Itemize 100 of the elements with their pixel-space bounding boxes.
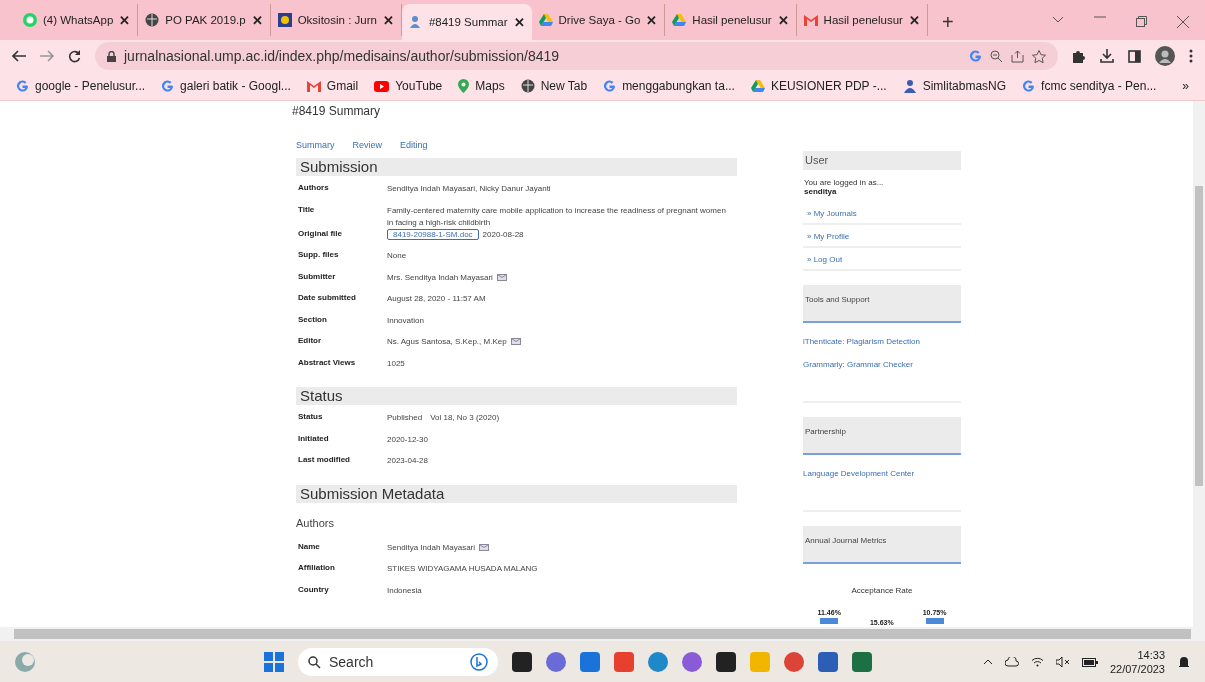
menu-icon[interactable] (1189, 49, 1193, 63)
field-label: Editor (298, 336, 323, 347)
field-value: Mrs. Senditya Indah Mayasari (387, 272, 493, 282)
speaker-muted-icon[interactable] (1055, 657, 1070, 667)
field-label: Title (298, 204, 316, 216)
share-icon[interactable] (1011, 49, 1024, 63)
block-heading: User (803, 151, 961, 170)
field-label: Name (298, 541, 321, 553)
horizontal-scrollbar[interactable] (0, 627, 1205, 641)
envelope-icon[interactable] (496, 273, 507, 281)
browser-tab[interactable]: (4) WhatsApp ✕ (16, 4, 139, 36)
search-icon (308, 655, 321, 669)
page-title: #8419 Summary (292, 104, 382, 118)
bookmark[interactable]: menggabungkan ta... (603, 79, 735, 93)
play-icon (374, 80, 390, 92)
vertical-scrollbar[interactable] (1193, 101, 1205, 627)
browser-tab[interactable]: Drive Saya - Go ✕ (531, 4, 666, 36)
subnav-link[interactable]: Editing (400, 140, 428, 150)
user-link[interactable]: » Log Out (803, 248, 961, 271)
close-icon[interactable] (1177, 16, 1189, 28)
drive-icon (672, 13, 687, 27)
bookmark[interactable]: google - Penelusur... (16, 79, 146, 93)
browser-tab[interactable]: Hasil penelusur ✕ (665, 4, 797, 36)
side-panel-icon[interactable] (1128, 49, 1141, 63)
browser-tab[interactable]: PO PAK 2019.p ✕ (138, 4, 271, 36)
field-label: Original file (298, 228, 343, 240)
subnav-link[interactable]: Summary (296, 140, 335, 150)
bookmark[interactable]: YouTube (374, 79, 443, 93)
back-arrow-icon[interactable] (12, 50, 26, 62)
close-tab-button[interactable]: ✕ (777, 12, 789, 28)
field-value: Published (387, 413, 423, 422)
chevron-up-icon[interactable] (982, 659, 993, 665)
bookmark[interactable]: fcmc senditya - Pen... (1022, 79, 1157, 93)
close-tab-button[interactable]: ✕ (646, 12, 658, 28)
google-icon (16, 79, 29, 93)
address-bar[interactable]: jurnalnasional.ump.ac.id/index.php/medisains/author/submission/8419 (95, 42, 1058, 70)
field-value: STIKES WIDYAGAMA HUSADA MALANG (387, 564, 538, 573)
taskbar-search[interactable]: Search (298, 648, 498, 676)
field-label: Abstract Views (298, 357, 357, 369)
puzzle-icon[interactable] (1072, 49, 1086, 63)
close-tab-button[interactable]: ✕ (251, 12, 263, 28)
field-value: None (387, 251, 407, 260)
bookmark[interactable]: Maps (458, 79, 505, 93)
app-icon[interactable] (682, 652, 702, 672)
envelope-icon[interactable] (479, 543, 490, 551)
field-value: 2020-08-28 (482, 229, 524, 239)
scroll-thumb[interactable] (14, 629, 1191, 639)
login-text: You are logged in as... (803, 178, 885, 187)
sidebar-link[interactable]: Language Development Center (803, 469, 961, 478)
bookmark[interactable]: galeri batik - Googl... (161, 79, 291, 93)
section-heading: Status (296, 387, 737, 405)
field-label: Initiated (298, 433, 330, 445)
browser-tab[interactable]: Oksitosin : Jurn ✕ (270, 4, 402, 36)
zoom-icon[interactable] (990, 49, 1003, 63)
bar (820, 618, 839, 624)
star-icon[interactable] (1032, 49, 1046, 63)
bookmark[interactable]: SimlitabmasNG (902, 79, 1007, 93)
field-label: Country (298, 584, 330, 596)
notification-icon[interactable] (1177, 655, 1191, 669)
globe-icon (145, 13, 160, 27)
avatar-icon[interactable] (1155, 46, 1175, 66)
sidebar-link[interactable]: iThenticate: Plagiarism Detection (803, 337, 961, 346)
username: senditya (803, 187, 838, 196)
bookmark[interactable]: Gmail (306, 79, 359, 93)
restore-icon[interactable] (1136, 16, 1147, 27)
bookmark[interactable]: New Tab (520, 79, 588, 93)
block-heading: Tools and Support (803, 285, 961, 323)
wifi-icon[interactable] (1030, 657, 1044, 667)
sidebar-link[interactable]: Grammarly: Grammar Checker (803, 360, 961, 369)
browser-tab[interactable]: #8419 Summar ✕ (401, 4, 532, 40)
bar (925, 618, 944, 624)
person-icon (902, 79, 917, 93)
close-tab-button[interactable]: ✕ (382, 12, 394, 28)
file-link[interactable]: 8419-20988-1-SM.doc (387, 228, 479, 240)
chevron-down-icon[interactable] (1052, 16, 1064, 24)
field-value: August 28, 2020 - 11:57 AM (387, 294, 486, 303)
subnav-link[interactable]: Review (352, 140, 383, 150)
clock[interactable]: 14:33 22/07/2023 (1109, 648, 1165, 676)
close-tab-button[interactable]: ✕ (513, 14, 525, 30)
envelope-icon[interactable] (510, 338, 521, 346)
block-heading: Partnership (803, 417, 961, 455)
browser-tab[interactable]: Hasil penelusur ✕ (796, 4, 928, 36)
person-icon (408, 15, 423, 29)
chart-title: Acceptance Rate (850, 586, 914, 595)
battery-icon[interactable] (1081, 657, 1098, 667)
user-link[interactable]: » My Journals (803, 202, 961, 225)
windows-start-icon[interactable] (264, 652, 284, 672)
field-value: Family-centered maternity care mobile application to increase the readiness of pregnant women in facing a high-risk childbirth (387, 205, 726, 227)
reload-icon[interactable] (68, 49, 81, 63)
map-pin-icon (458, 79, 470, 93)
more-bookmarks-button[interactable]: » (1182, 79, 1189, 93)
bookmark[interactable]: KEUSIONER PDP -... (750, 79, 887, 93)
new-tab-button[interactable]: + (927, 11, 968, 40)
user-link[interactable]: » My Profile (803, 225, 961, 248)
field-label: Section (298, 314, 328, 326)
close-tab-button[interactable]: ✕ (908, 12, 920, 28)
close-tab-button[interactable]: ✕ (119, 12, 131, 28)
download-icon[interactable] (1100, 49, 1114, 63)
scroll-thumb[interactable] (1195, 186, 1203, 486)
cloud-icon[interactable] (1004, 657, 1019, 667)
